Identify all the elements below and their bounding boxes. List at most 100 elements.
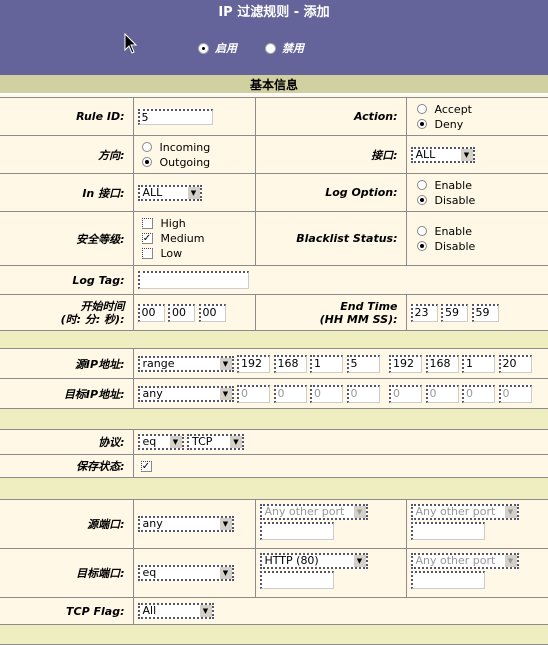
end-second-input[interactable]: 59 — [472, 304, 499, 322]
action-accept-radio[interactable] — [417, 104, 427, 114]
destination-port-mode-select[interactable]: eq▼ — [138, 565, 234, 581]
direction-incoming-option[interactable]: Incoming — [142, 140, 255, 155]
destination-ip-label: 目标IP地址: — [0, 379, 133, 409]
log-enable-radio[interactable] — [417, 180, 427, 190]
security-high-option[interactable]: High — [142, 216, 255, 231]
destination-ip-mode-select[interactable]: any▼ — [138, 386, 234, 402]
action-deny-label: Deny — [435, 118, 464, 131]
row-in-interface-log: In 接口: ALL▼ Log Option: Enable Disable — [0, 174, 548, 212]
destination-ip-start-octet-3[interactable]: 0 — [310, 385, 343, 403]
blacklist-enable-option[interactable]: Enable — [417, 224, 548, 239]
source-port-end-input[interactable] — [411, 522, 485, 540]
destination-ip-end-octet-3[interactable]: 0 — [462, 385, 495, 403]
protocol-label: 协议: — [0, 430, 133, 455]
source-ip-start-octet-3[interactable]: 1 — [310, 355, 343, 373]
action-deny-radio[interactable] — [417, 119, 427, 129]
protocol-value: TCP — [189, 436, 229, 448]
source-ip-start-octet-2[interactable]: 168 — [274, 355, 307, 373]
in-interface-select[interactable]: ALL▼ — [138, 185, 202, 201]
destination-ip-start-octet-4[interactable]: 0 — [347, 385, 380, 403]
source-ip-start-octet-1[interactable]: 192 — [237, 355, 270, 373]
chevron-down-icon: ▼ — [219, 567, 232, 579]
end-minute-input[interactable]: 59 — [441, 304, 468, 322]
source-ip-start-octet-4[interactable]: 5 — [347, 355, 380, 373]
start-second-input[interactable]: 00 — [199, 304, 226, 322]
blacklist-disable-label: Disable — [435, 240, 476, 253]
end-hour-input[interactable]: 23 — [411, 304, 438, 322]
status-disable-option[interactable]: 禁用 — [265, 40, 304, 56]
blacklist-disable-option[interactable]: Disable — [417, 239, 548, 254]
direction-outgoing-radio[interactable] — [142, 157, 152, 167]
page-header: IP 过滤规则 - 添加 启用 禁用 — [0, 0, 548, 75]
destination-ip-start-octet-2[interactable]: 0 — [274, 385, 307, 403]
start-minute-input[interactable]: 00 — [168, 304, 195, 322]
row-time: 开始时间(时: 分: 秒): 00 00 00 End Time(HH MM S… — [0, 295, 548, 331]
direction-outgoing-label: Outgoing — [160, 156, 211, 169]
interface-select[interactable]: ALL▼ — [411, 147, 475, 163]
source-port-mode-select[interactable]: any▼ — [138, 516, 234, 532]
source-ip-end-octet-2[interactable]: 168 — [426, 355, 459, 373]
status-disable-radio[interactable] — [265, 43, 276, 54]
destination-port-end-value: Any other port — [413, 555, 504, 567]
source-port-end-value: Any other port — [413, 506, 504, 518]
destination-ip-start-octet-1[interactable]: 0 — [237, 385, 270, 403]
start-hour-input[interactable]: 00 — [138, 304, 165, 322]
source-port-start-select[interactable]: Any other port▼ — [260, 504, 368, 520]
blacklist-enable-radio[interactable] — [417, 226, 427, 236]
row-destination-ip: 目标IP地址: any▼ 0 0 0 0 0 0 0 0 — [0, 379, 548, 409]
log-enable-option[interactable]: Enable — [417, 178, 548, 193]
status-enable-label: 启用 — [215, 40, 237, 56]
source-ip-mode-value: range — [140, 358, 219, 370]
destination-ip-end-octet-4[interactable]: 0 — [499, 385, 532, 403]
source-ip-end-octet-1[interactable]: 192 — [389, 355, 422, 373]
destination-port-label: 目标端口: — [0, 549, 133, 598]
rule-id-input[interactable]: 5 — [138, 109, 213, 125]
blacklist-status-label: Blacklist Status: — [255, 212, 406, 266]
log-tag-input[interactable] — [138, 271, 249, 289]
tcp-flag-select[interactable]: All▼ — [138, 603, 214, 619]
source-port-start-input[interactable] — [260, 522, 334, 540]
rule-form-table: Rule ID: 5 Action: Accept Deny 方向: Incom… — [0, 97, 548, 645]
security-medium-label: Medium — [161, 232, 205, 245]
log-enable-label: Enable — [435, 179, 472, 192]
log-disable-option[interactable]: Disable — [417, 193, 548, 208]
action-accept-option[interactable]: Accept — [417, 102, 548, 117]
keep-state-checkbox[interactable]: ✓ — [141, 461, 152, 472]
security-medium-checkbox[interactable]: ✓ — [142, 233, 153, 244]
row-source-ip: 源IP地址: range▼ 192 168 1 5 192 168 1 20 — [0, 349, 548, 379]
protocol-operator-select[interactable]: eq▼ — [138, 434, 184, 450]
source-ip-end-octet-4[interactable]: 20 — [499, 355, 532, 373]
status-enable-option[interactable]: 启用 — [198, 40, 237, 56]
row-tcp-flag: TCP Flag: All▼ — [0, 598, 548, 625]
row-rule-id-action: Rule ID: 5 Action: Accept Deny — [0, 98, 548, 136]
protocol-select[interactable]: TCP▼ — [187, 434, 244, 450]
destination-port-start-input[interactable] — [260, 571, 334, 589]
mouse-cursor-icon — [124, 33, 138, 55]
security-low-option[interactable]: Low — [142, 246, 255, 261]
security-low-checkbox[interactable] — [142, 248, 153, 259]
direction-incoming-radio[interactable] — [142, 142, 152, 152]
direction-outgoing-option[interactable]: Outgoing — [142, 155, 255, 170]
source-ip-mode-select[interactable]: range▼ — [138, 356, 234, 372]
destination-port-end-input[interactable] — [411, 571, 485, 589]
chevron-down-icon: ▼ — [353, 506, 366, 518]
log-disable-radio[interactable] — [417, 195, 427, 205]
destination-ip-end-octet-1[interactable]: 0 — [389, 385, 422, 403]
destination-ip-end-octet-2[interactable]: 0 — [426, 385, 459, 403]
spacer-row — [0, 625, 548, 645]
security-high-checkbox[interactable] — [142, 218, 153, 229]
log-disable-label: Disable — [435, 194, 476, 207]
source-ip-end-octet-3[interactable]: 1 — [462, 355, 495, 373]
source-port-mode-value: any — [140, 518, 219, 530]
security-medium-option[interactable]: ✓ Medium — [142, 231, 255, 246]
action-label: Action: — [255, 98, 406, 136]
destination-port-start-select[interactable]: HTTP (80)▼ — [260, 553, 368, 569]
source-port-label: 源端口: — [0, 500, 133, 549]
status-enable-radio[interactable] — [198, 43, 209, 54]
destination-port-end-select[interactable]: Any other port▼ — [411, 553, 519, 569]
blacklist-disable-radio[interactable] — [417, 241, 427, 251]
source-port-end-select[interactable]: Any other port▼ — [411, 504, 519, 520]
action-deny-option[interactable]: Deny — [417, 117, 548, 132]
destination-port-start-value: HTTP (80) — [262, 555, 353, 567]
blacklist-enable-label: Enable — [435, 225, 472, 238]
